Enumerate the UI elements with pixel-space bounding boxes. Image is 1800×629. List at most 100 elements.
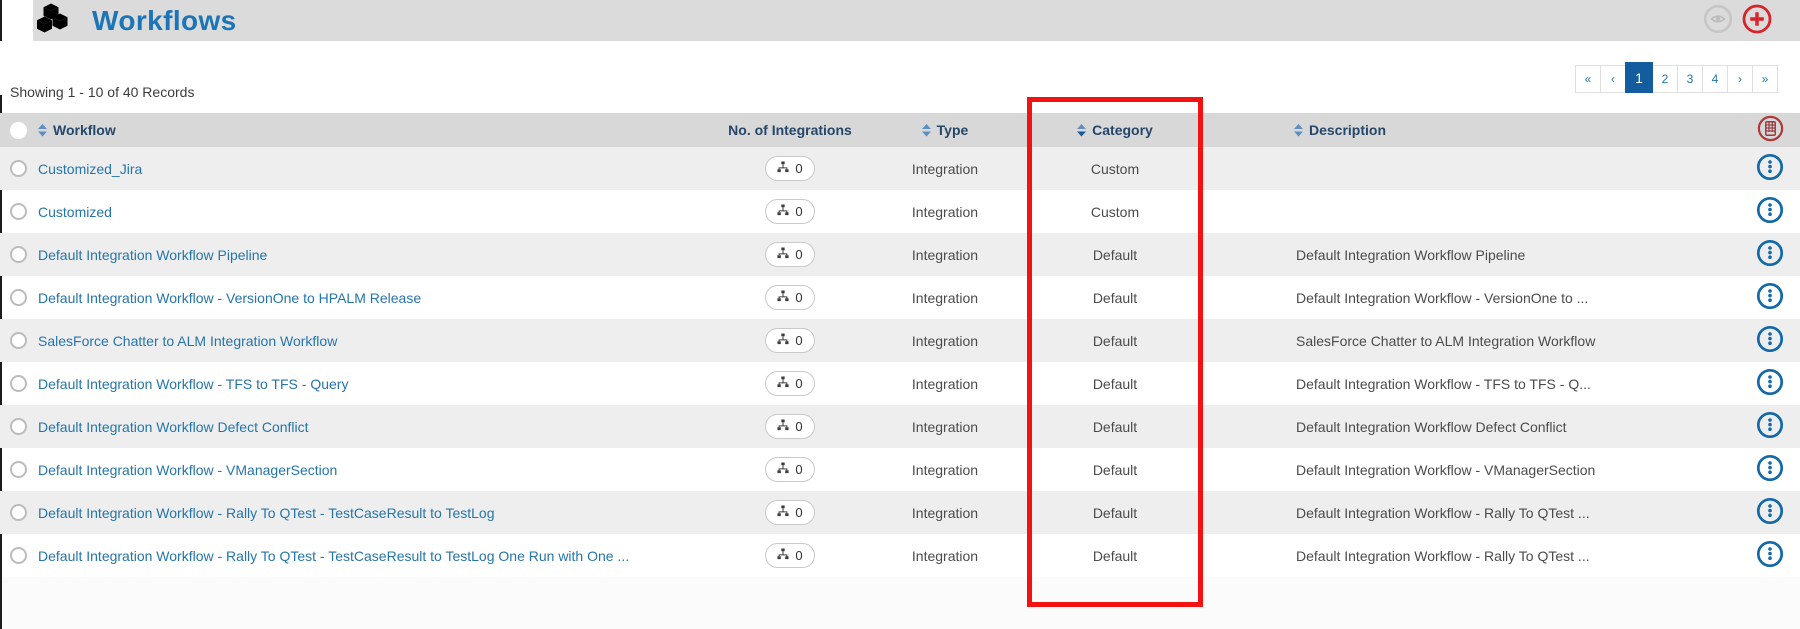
pagination-button[interactable]: « — [1575, 64, 1601, 93]
row-actions-button[interactable] — [1755, 539, 1785, 572]
integrations-count-badge: 0 — [765, 371, 815, 396]
workflow-category: Default — [1092, 418, 1138, 435]
row-actions-button[interactable] — [1755, 453, 1785, 486]
integrations-count: 0 — [795, 376, 803, 391]
workflow-link[interactable]: SalesForce Chatter to ALM Integration Wo… — [38, 333, 337, 349]
workflow-link[interactable]: Default Integration Workflow - Rally To … — [38, 548, 629, 564]
workflow-category: Default — [1092, 375, 1138, 392]
row-actions-button[interactable] — [1755, 152, 1785, 185]
pagination-button[interactable]: 2 — [1652, 64, 1678, 93]
integrations-count-badge: 0 — [765, 285, 815, 310]
row-select-radio[interactable] — [9, 289, 27, 306]
integrations-count-badge: 0 — [765, 242, 815, 267]
integrations-count: 0 — [795, 419, 803, 434]
row-select-radio[interactable] — [9, 332, 27, 349]
kebab-circle-icon — [1755, 238, 1785, 271]
workflow-type: Integration — [911, 547, 979, 564]
pagination-button[interactable]: 4 — [1702, 64, 1728, 93]
sort-arrows-icon[interactable] — [38, 123, 47, 137]
row-select-radio[interactable] — [9, 547, 27, 564]
workflow-description: Default Integration Workflow - TFS to TF… — [1296, 375, 1591, 392]
workflow-type: Integration — [911, 203, 979, 220]
table-row: Default Integration Workflow - TFS to TF… — [0, 362, 1800, 405]
pagination-button[interactable]: 1 — [1625, 62, 1653, 93]
pagination: «‹ 1 2 3 4 ›» — [1575, 62, 1778, 93]
pagination-button[interactable]: » — [1752, 64, 1778, 93]
sitemap-icon — [777, 290, 789, 305]
table-row: Default Integration Workflow - Rally To … — [0, 534, 1800, 577]
workflow-link[interactable]: Default Integration Workflow - TFS to TF… — [38, 376, 348, 392]
sort-arrows-icon[interactable] — [1294, 123, 1303, 137]
workflows-table: Workflow No. of Integrations Type Catego… — [0, 113, 1800, 577]
row-select-radio[interactable] — [9, 246, 27, 263]
column-header-workflow[interactable]: Workflow — [36, 122, 700, 138]
workflow-type: Integration — [911, 418, 979, 435]
integrations-count: 0 — [795, 204, 803, 219]
pagination-button[interactable]: ‹ — [1600, 64, 1626, 93]
workflow-link[interactable]: Default Integration Workflow - Rally To … — [38, 505, 495, 521]
column-settings-button[interactable] — [1755, 113, 1786, 147]
workflow-type: Integration — [911, 375, 979, 392]
records-count-text: Showing 1 - 10 of 40 Records — [10, 84, 195, 100]
integrations-count-badge: 0 — [765, 414, 815, 439]
row-select-radio[interactable] — [9, 203, 27, 220]
kebab-circle-icon — [1755, 453, 1785, 486]
select-all-radio[interactable] — [9, 121, 27, 139]
eye-icon — [1701, 2, 1735, 39]
kebab-circle-icon — [1755, 496, 1785, 529]
add-workflow-button[interactable] — [1740, 4, 1774, 38]
cubes-icon — [36, 0, 70, 42]
column-header-type[interactable]: Type — [880, 122, 1010, 138]
workflow-link[interactable]: Customized_Jira — [38, 161, 142, 177]
row-actions-button[interactable] — [1755, 195, 1785, 228]
table-row: Customized 0 Integration Custom — [0, 190, 1800, 233]
workflow-description: Default Integration Workflow - Rally To … — [1296, 504, 1590, 521]
row-select-radio[interactable] — [9, 461, 27, 478]
sitemap-icon — [777, 161, 789, 176]
workflow-link[interactable]: Default Integration Workflow - VManagerS… — [38, 462, 337, 478]
plus-circle-icon — [1740, 2, 1774, 39]
column-header-category[interactable]: Category — [1010, 122, 1220, 138]
workflow-description: SalesForce Chatter to ALM Integration Wo… — [1296, 332, 1596, 349]
workflow-category: Default — [1092, 461, 1138, 478]
workflow-description: Default Integration Workflow - Rally To … — [1296, 547, 1590, 564]
row-select-radio[interactable] — [9, 160, 27, 177]
workflow-category: Default — [1092, 504, 1138, 521]
workflow-link[interactable]: Customized — [38, 204, 112, 220]
row-actions-button[interactable] — [1755, 367, 1785, 400]
integrations-count-badge: 0 — [765, 156, 815, 181]
kebab-circle-icon — [1755, 152, 1785, 185]
workflow-type: Integration — [911, 160, 979, 177]
kebab-circle-icon — [1755, 324, 1785, 357]
column-header-description[interactable]: Description — [1220, 122, 1740, 138]
row-actions-button[interactable] — [1755, 238, 1785, 271]
integrations-count: 0 — [795, 290, 803, 305]
table-row: Default Integration Workflow - VManagerS… — [0, 448, 1800, 491]
sort-arrows-icon[interactable] — [921, 123, 931, 137]
integrations-count: 0 — [795, 161, 803, 176]
table-row: Customized_Jira 0 Integration Custom — [0, 147, 1800, 190]
workflow-description: Default Integration Workflow Pipeline — [1296, 246, 1526, 263]
pagination-button[interactable]: › — [1727, 64, 1753, 93]
row-select-radio[interactable] — [9, 418, 27, 435]
table-header-row: Workflow No. of Integrations Type Catego… — [0, 113, 1800, 147]
sort-arrows-icon[interactable] — [1077, 123, 1087, 137]
integrations-count-badge: 0 — [765, 199, 815, 224]
row-actions-button[interactable] — [1755, 281, 1785, 314]
workflow-description: Default Integration Workflow - VersionOn… — [1296, 289, 1589, 306]
column-header-integrations: No. of Integrations — [728, 122, 852, 138]
pagination-button[interactable]: 3 — [1677, 64, 1703, 93]
workflow-link[interactable]: Default Integration Workflow Pipeline — [38, 247, 267, 263]
view-toggle-button[interactable] — [1701, 4, 1735, 38]
row-select-radio[interactable] — [9, 375, 27, 392]
workflow-link[interactable]: Default Integration Workflow - VersionOn… — [38, 290, 421, 306]
row-actions-button[interactable] — [1755, 410, 1785, 443]
row-select-radio[interactable] — [9, 504, 27, 521]
integrations-count: 0 — [795, 247, 803, 262]
kebab-circle-icon — [1755, 281, 1785, 314]
workflow-link[interactable]: Default Integration Workflow Defect Conf… — [38, 419, 309, 435]
row-actions-button[interactable] — [1755, 324, 1785, 357]
table-body: Customized_Jira 0 Integration Custom Cus… — [0, 147, 1800, 577]
row-actions-button[interactable] — [1755, 496, 1785, 529]
workflow-category: Default — [1092, 547, 1138, 564]
